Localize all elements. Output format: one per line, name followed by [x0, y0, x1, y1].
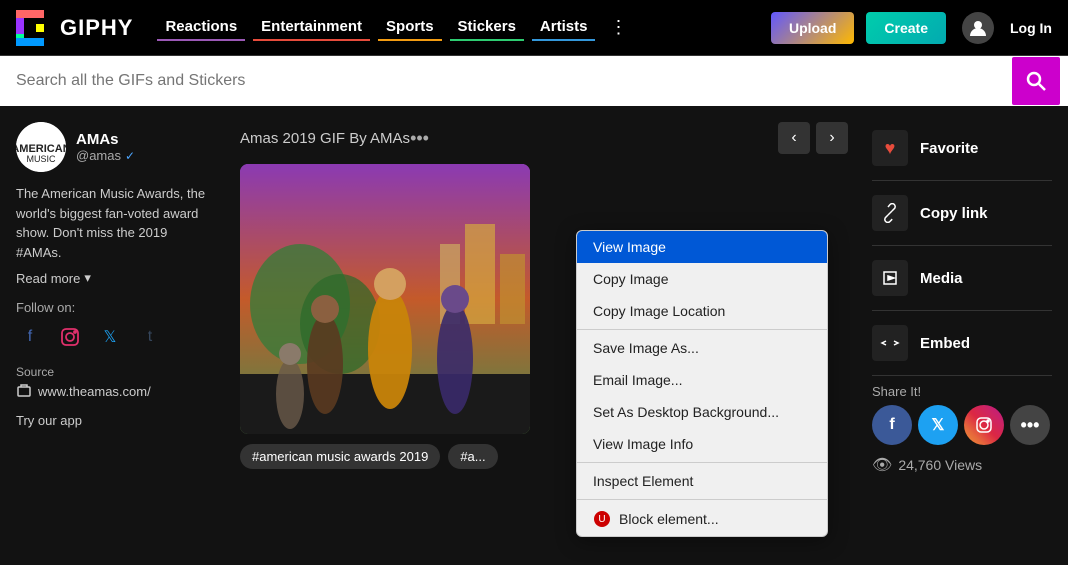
share-instagram-button[interactable]	[964, 405, 1004, 445]
source-label: Source	[16, 365, 216, 379]
verified-badge: ✓	[125, 149, 135, 163]
share-label: Share It!	[872, 384, 1052, 399]
gif-title-bar: Amas 2019 GIF By AMAs ••• ‹ ›	[240, 122, 848, 154]
read-more-button[interactable]: Read more ▾	[16, 270, 216, 286]
ctx-separator-2	[577, 462, 827, 463]
create-button[interactable]: Create	[866, 12, 946, 44]
profile-name: AMAs	[76, 131, 135, 148]
profile-info: AMAs @amas ✓	[76, 131, 135, 163]
media-icon	[872, 260, 908, 296]
ctx-email-image[interactable]: Email Image...	[577, 364, 827, 396]
divider-3	[872, 310, 1052, 311]
header: GIPHY Reactions Entertainment Sports Sti…	[0, 0, 1068, 56]
tag-item-2[interactable]: #a...	[448, 444, 497, 469]
gif-prev-button[interactable]: ‹	[778, 122, 810, 154]
share-twitter-button[interactable]: 𝕏	[918, 405, 958, 445]
chevron-down-icon: ▾	[84, 270, 91, 286]
copy-link-button[interactable]: Copy link	[872, 187, 1052, 239]
source-link[interactable]: www.theamas.com/	[16, 383, 216, 399]
twitter-icon[interactable]: 𝕏	[96, 323, 124, 351]
nav-reactions[interactable]: Reactions	[157, 14, 245, 41]
facebook-icon[interactable]: f	[16, 323, 44, 351]
embed-icon	[872, 325, 908, 361]
ctx-copy-image[interactable]: Copy Image	[577, 263, 827, 295]
gif-visual	[240, 164, 530, 434]
follow-section: Follow on: f 𝕏 t	[16, 300, 216, 351]
ctx-view-image-info[interactable]: View Image Info	[577, 428, 827, 460]
plugin-icon: U	[593, 510, 611, 528]
nav-artists[interactable]: Artists	[532, 14, 596, 41]
profile-handle: @amas ✓	[76, 148, 135, 163]
gif-next-button[interactable]: ›	[816, 122, 848, 154]
profile-section: AMERICAN MUSIC AMAs @amas ✓	[16, 122, 216, 172]
gif-options-icon[interactable]: •••	[410, 128, 429, 149]
share-more-button[interactable]: •••	[1010, 405, 1050, 445]
divider	[872, 180, 1052, 181]
views-count: 👁 24,760 Views	[872, 455, 1052, 475]
sidebar: AMERICAN MUSIC AMAs @amas ✓ The American…	[16, 122, 216, 549]
divider-4	[872, 375, 1052, 376]
user-avatar-icon[interactable]	[962, 12, 994, 44]
nav-sports[interactable]: Sports	[378, 14, 442, 41]
divider-2	[872, 245, 1052, 246]
ctx-set-desktop[interactable]: Set As Desktop Background...	[577, 396, 827, 428]
nav-more-icon[interactable]: ⋮	[603, 13, 633, 42]
instagram-icon[interactable]	[56, 323, 84, 351]
search-input[interactable]	[8, 72, 1012, 90]
giphy-logo-icon	[16, 10, 52, 46]
nav-entertainment[interactable]: Entertainment	[253, 14, 370, 41]
avatar-image: AMERICAN MUSIC	[16, 122, 66, 172]
gif-container[interactable]	[240, 164, 530, 434]
heart-icon: ♥	[872, 130, 908, 166]
follow-label: Follow on:	[16, 300, 216, 315]
login-button[interactable]: Log In	[1010, 20, 1052, 36]
link-copy-icon	[872, 195, 908, 231]
ctx-separator-1	[577, 329, 827, 330]
bio-text: The American Music Awards, the world's b…	[16, 184, 216, 262]
tumblr-icon[interactable]: t	[136, 323, 164, 351]
upload-button[interactable]: Upload	[771, 12, 854, 44]
favorite-button[interactable]: ♥ Favorite	[872, 122, 1052, 174]
share-facebook-button[interactable]: f	[872, 405, 912, 445]
share-icons: f 𝕏 •••	[872, 405, 1052, 445]
search-bar	[0, 56, 1068, 106]
logo-text: GIPHY	[60, 15, 133, 41]
try-app-link[interactable]: Try our app	[16, 413, 216, 428]
eye-icon: 👁	[872, 455, 892, 475]
social-icons: f 𝕏 t	[16, 323, 216, 351]
main-content: AMERICAN MUSIC AMAs @amas ✓ The American…	[0, 106, 1068, 565]
logo-area: GIPHY	[16, 10, 133, 46]
search-button[interactable]	[1012, 57, 1060, 105]
nav-stickers[interactable]: Stickers	[450, 14, 524, 41]
gif-navigation: ‹ ›	[778, 122, 848, 154]
embed-button[interactable]: Embed	[872, 317, 1052, 369]
search-icon	[1025, 70, 1047, 92]
ctx-separator-3	[577, 499, 827, 500]
context-menu: View Image Copy Image Copy Image Locatio…	[576, 230, 828, 537]
gif-image	[240, 164, 530, 434]
tag-item[interactable]: #american music awards 2019	[240, 444, 440, 469]
ctx-block-element[interactable]: U Block element...	[577, 502, 827, 536]
ctx-inspect-element[interactable]: Inspect Element	[577, 465, 827, 497]
gif-title: Amas 2019 GIF By AMAs	[240, 130, 410, 147]
ctx-save-image[interactable]: Save Image As...	[577, 332, 827, 364]
ctx-copy-image-location[interactable]: Copy Image Location	[577, 295, 827, 327]
link-icon	[16, 383, 32, 399]
ctx-view-image[interactable]: View Image	[577, 231, 827, 263]
right-panel: ♥ Favorite Copy link Media Embed Share I…	[872, 122, 1052, 549]
svg-text:MUSIC: MUSIC	[27, 154, 57, 164]
media-button[interactable]: Media	[872, 252, 1052, 304]
avatar: AMERICAN MUSIC	[16, 122, 66, 172]
